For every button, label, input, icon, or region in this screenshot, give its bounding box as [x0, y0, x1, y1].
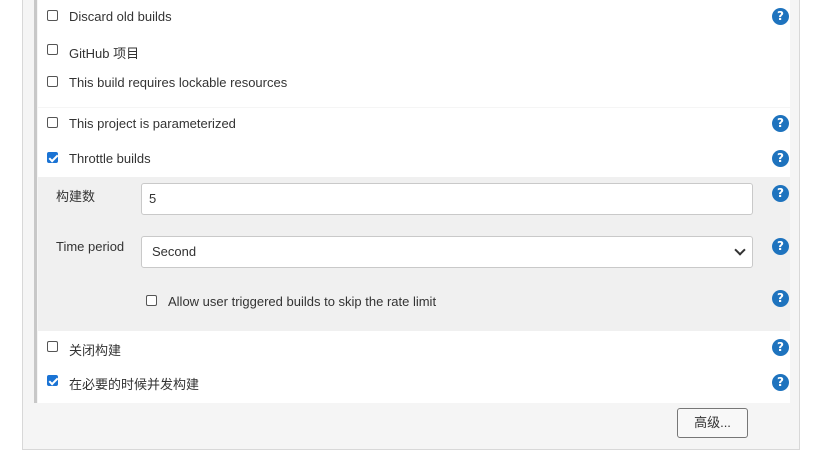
section-left-bar-2: [34, 107, 37, 403]
help-icon[interactable]: ?: [772, 339, 789, 356]
throttle-builds-checkbox[interactable]: [47, 152, 58, 163]
build-count-input[interactable]: 5: [141, 183, 753, 215]
lockable-resources-label: This build requires lockable resources: [69, 75, 288, 90]
discard-old-builds-checkbox[interactable]: [47, 10, 58, 21]
disable-build-label: 关闭构建: [69, 343, 122, 358]
help-icon[interactable]: ?: [772, 8, 789, 25]
help-icon[interactable]: ?: [772, 290, 789, 307]
allow-user-triggered-checkbox[interactable]: [146, 295, 157, 306]
allow-user-triggered-label: Allow user triggered builds to skip the …: [168, 294, 437, 309]
time-period-label: Time period: [56, 239, 125, 254]
time-period-value: Second: [152, 244, 197, 259]
disable-build-checkbox[interactable]: [47, 341, 58, 352]
help-icon[interactable]: ?: [772, 115, 789, 132]
lockable-resources-checkbox[interactable]: [47, 76, 58, 87]
parameterized-checkbox[interactable]: [47, 117, 58, 128]
github-project-label: GitHub 项目: [69, 46, 140, 61]
help-icon[interactable]: ?: [772, 374, 789, 391]
concurrent-builds-label: 在必要的时候并发构建: [69, 377, 200, 392]
help-icon[interactable]: ?: [772, 238, 789, 255]
build-count-label: 构建数: [56, 189, 96, 204]
concurrent-builds-checkbox[interactable]: [47, 375, 58, 386]
time-period-select[interactable]: Second: [141, 236, 753, 268]
throttle-builds-label: Throttle builds: [69, 151, 151, 166]
section-left-bar: [34, 0, 37, 107]
help-icon[interactable]: ?: [772, 185, 789, 202]
help-icon[interactable]: ?: [772, 150, 789, 167]
discard-old-builds-label: Discard old builds: [69, 9, 172, 24]
github-project-checkbox[interactable]: [47, 44, 58, 55]
advanced-button[interactable]: 高级...: [677, 408, 748, 438]
chevron-down-icon: [734, 244, 746, 256]
parameterized-label: This project is parameterized: [69, 116, 236, 131]
